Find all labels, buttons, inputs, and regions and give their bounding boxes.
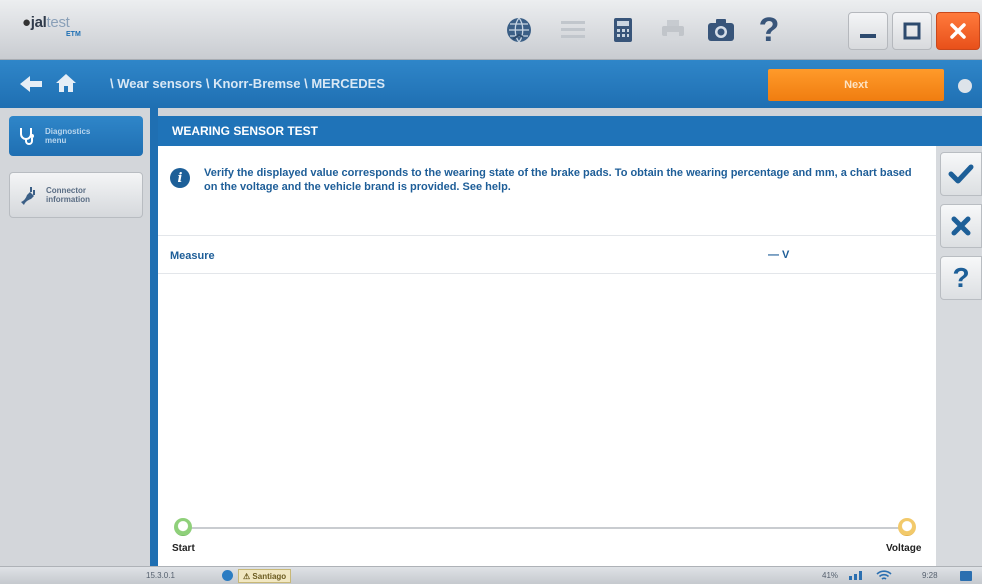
sidebar-item-label: Connector <box>46 186 86 195</box>
gauge-start-label: Start <box>172 543 195 554</box>
close-icon <box>950 23 966 39</box>
clock-time: 9:28 <box>922 571 938 580</box>
main-content: i Verify the displayed value corresponds… <box>158 146 936 566</box>
list-icon[interactable] <box>556 13 590 47</box>
user-icon <box>222 570 233 581</box>
user-badge[interactable]: ⚠ Santiago <box>238 569 292 583</box>
help-button[interactable]: ? <box>940 256 982 300</box>
minimize-button[interactable] <box>848 12 888 50</box>
calculator-icon[interactable] <box>606 13 640 47</box>
close-window-button[interactable] <box>936 12 980 50</box>
print-icon[interactable] <box>656 13 690 47</box>
app-logo: ●jaltest ETM <box>22 14 81 38</box>
help-icon: ? <box>952 262 970 293</box>
title-bar: ●jaltest ETM ? <box>0 0 982 60</box>
info-text: Verify the displayed value corresponds t… <box>204 167 912 193</box>
action-strip: ? <box>936 146 982 566</box>
keyboard-icon[interactable] <box>960 571 972 581</box>
next-button[interactable]: Next <box>768 69 944 101</box>
breadcrumb-bar: \ Wear sensors \ Knorr-Bremse \ MERCEDES… <box>0 60 982 108</box>
measure-label: Measure <box>170 250 215 262</box>
logo-test-text: test <box>46 14 70 31</box>
gauge-start-indicator <box>174 518 192 536</box>
status-bar: 15.3.0.1 ⚠ Santiago 41% 9:28 <box>0 566 982 584</box>
help-icon[interactable]: ? <box>752 13 786 47</box>
logo-sub-text: ETM <box>66 31 81 38</box>
connector-icon <box>21 187 35 205</box>
cancel-button[interactable] <box>940 204 982 248</box>
logo-main-text: jal <box>30 14 47 31</box>
sidebar-item-label: menu <box>45 136 67 145</box>
globe-icon[interactable] <box>502 13 536 47</box>
voltage-gauge-track <box>184 527 910 529</box>
minimize-icon <box>860 34 876 38</box>
breadcrumb: \ Wear sensors \ Knorr-Bremse \ MERCEDES <box>110 76 386 91</box>
sidebar-item-diagnostics-menu[interactable]: Diagnostics menu <box>9 116 143 156</box>
back-arrow-icon[interactable] <box>18 74 44 94</box>
version-text: 15.3.0.1 <box>146 571 175 580</box>
check-icon <box>948 164 974 184</box>
sidebar: Diagnostics menu Connector information <box>0 108 150 566</box>
maximize-icon <box>903 22 921 40</box>
close-icon <box>951 216 971 236</box>
signal-icon <box>849 571 862 580</box>
wifi-icon <box>876 570 892 580</box>
battery-level: 41% <box>822 571 839 580</box>
info-icon: i <box>170 168 190 188</box>
measure-row: Measure — V <box>158 238 936 274</box>
sidebar-item-connector-information[interactable]: Connector information <box>9 172 143 218</box>
accept-button[interactable] <box>940 152 982 196</box>
sidebar-item-label: information <box>46 195 90 204</box>
user-name: Santiago <box>252 572 287 581</box>
measure-value: — V <box>768 249 790 261</box>
options-icon[interactable] <box>958 79 972 93</box>
gauge-end-label: Voltage <box>886 543 922 554</box>
stethoscope-icon <box>20 128 34 145</box>
camera-icon[interactable] <box>704 13 738 47</box>
panel-title: WEARING SENSOR TEST <box>158 116 982 146</box>
sidebar-item-label: Diagnostics <box>45 127 91 136</box>
home-icon[interactable] <box>54 72 78 94</box>
info-message: i Verify the displayed value corresponds… <box>158 146 936 236</box>
maximize-button[interactable] <box>892 12 932 50</box>
gauge-end-indicator <box>898 518 916 536</box>
sidebar-divider <box>150 108 158 566</box>
